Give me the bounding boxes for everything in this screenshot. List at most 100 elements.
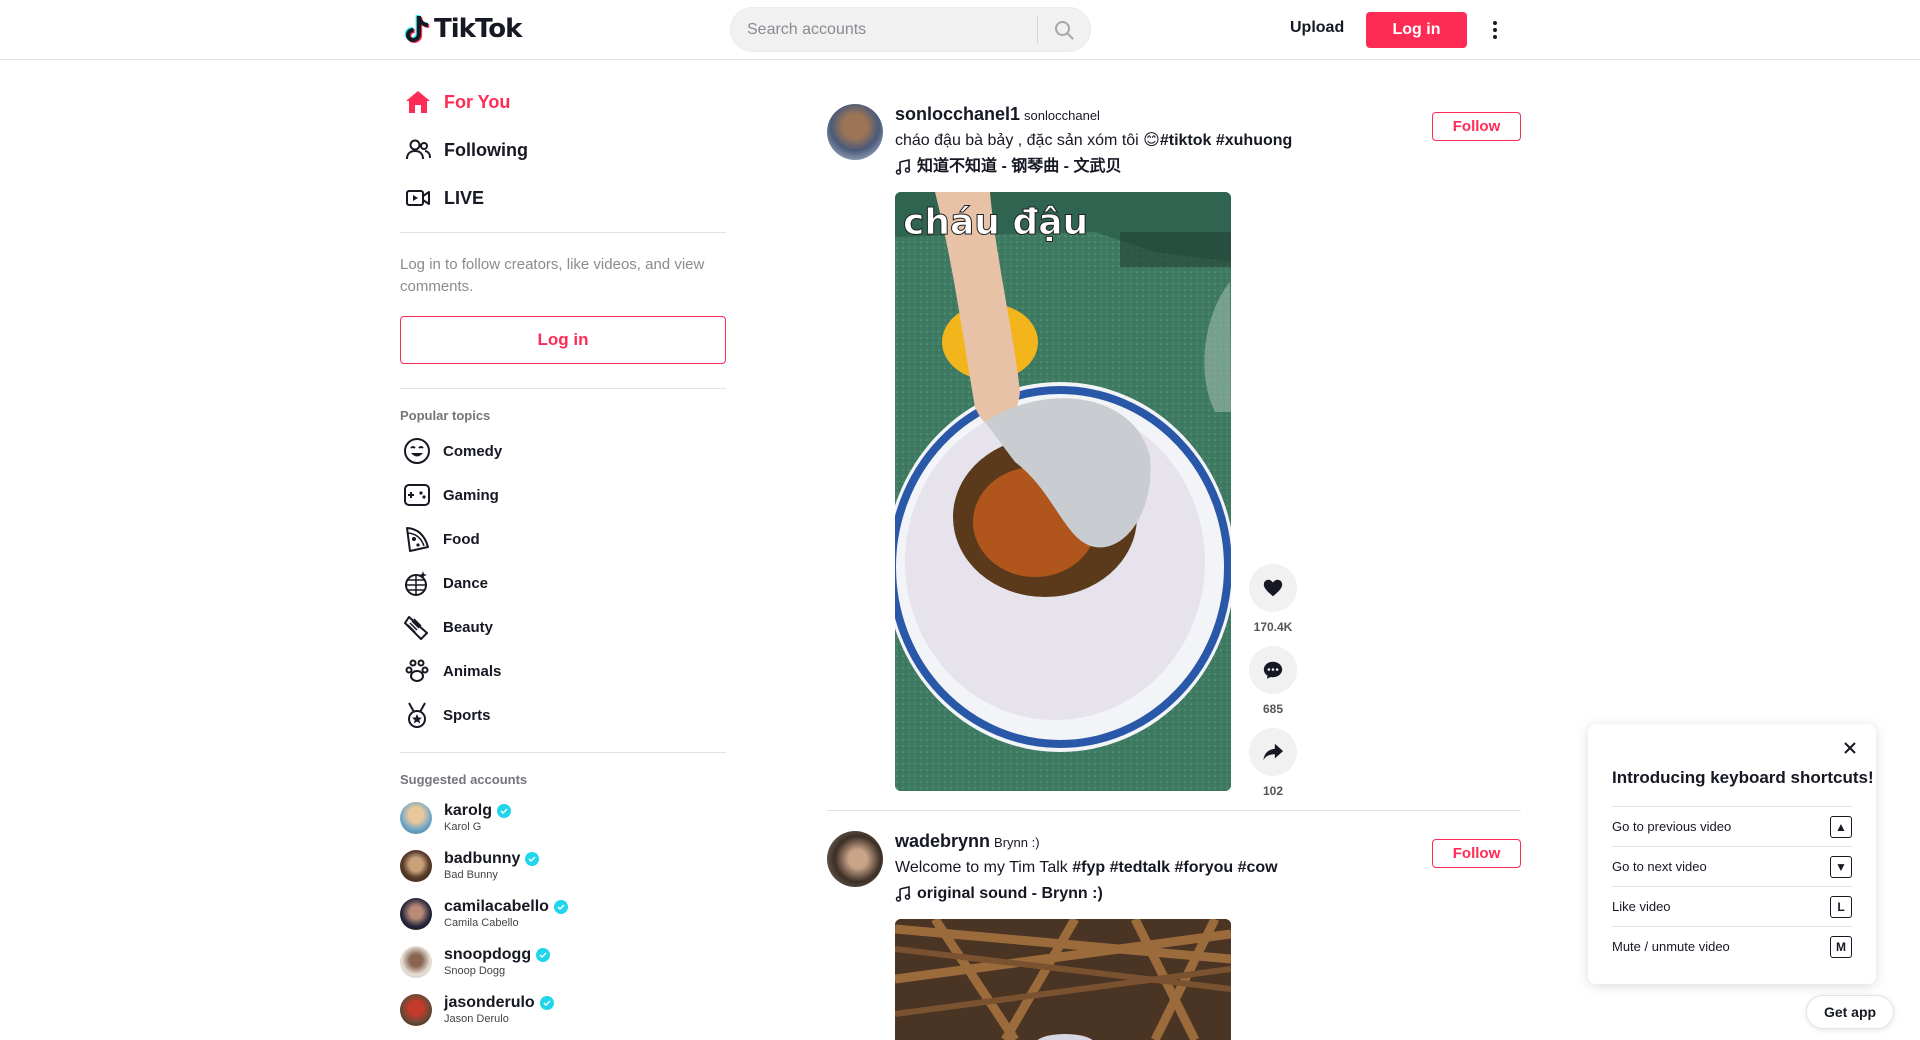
avatar[interactable] — [827, 104, 883, 160]
suggested-accounts-title: Suggested accounts — [400, 772, 528, 787]
topic-label: Animals — [443, 662, 502, 680]
account-display-name: Karol G — [444, 821, 482, 833]
nav-label: Following — [444, 139, 528, 160]
like-action[interactable]: 170.4K — [1249, 564, 1297, 636]
topic-comedy[interactable]: Comedy — [402, 436, 502, 466]
account-display-name: Snoop Dogg — [444, 965, 506, 977]
shortcuts-title: Introducing keyboard shortcuts! — [1612, 768, 1874, 787]
suggested-account[interactable]: jasonderulo Jason Derulo — [400, 992, 554, 1028]
account-display-name: Bad Bunny — [444, 869, 498, 881]
account-username: camilacabello — [444, 898, 549, 915]
post-actions: 170.4K 685 102 — [1249, 564, 1297, 810]
shortcut-row: Like video L — [1612, 886, 1852, 926]
suggested-account[interactable]: snoopdogg Snoop Dogg — [400, 944, 551, 980]
like-count: 170.4K — [1253, 620, 1293, 634]
nav-following[interactable]: Following — [404, 134, 528, 166]
topic-label: Gaming — [443, 486, 499, 504]
verified-badge-icon — [553, 900, 568, 914]
avatar — [400, 946, 432, 978]
video-overlay-text: cháu đậu — [903, 202, 1088, 243]
suggested-account[interactable]: badbunny Bad Bunny — [400, 848, 540, 884]
share-count: 102 — [1262, 784, 1284, 798]
tiktok-note-icon — [404, 15, 430, 43]
post-nickname: sonlocchanel — [1024, 108, 1100, 123]
verified-badge-icon — [497, 804, 512, 818]
key-l: L — [1830, 895, 1852, 918]
comment-action[interactable]: 685 — [1249, 646, 1297, 718]
sidebar-divider — [400, 752, 726, 753]
topic-animals[interactable]: Animals — [402, 656, 501, 686]
account-display-name: Camila Cabello — [444, 917, 519, 929]
verified-badge-icon — [525, 852, 540, 866]
avatar — [400, 802, 432, 834]
caption-hashtags[interactable]: #tiktok #xuhuong — [1160, 132, 1292, 149]
verified-badge-icon — [536, 948, 551, 962]
medal-icon — [402, 700, 432, 730]
comment-icon — [1263, 661, 1283, 679]
nav-for-you[interactable]: For You — [404, 86, 510, 118]
heart-icon — [1263, 579, 1283, 597]
post-author[interactable]: wadebrynn — [895, 831, 990, 851]
music-note-icon — [895, 886, 911, 902]
topic-sports[interactable]: Sports — [402, 700, 491, 730]
avatar — [400, 898, 432, 930]
post-music[interactable]: original sound - Brynn :) — [895, 884, 1278, 904]
follow-button[interactable]: Follow — [1432, 112, 1521, 141]
account-username: karolg — [444, 802, 493, 819]
topic-label: Dance — [443, 574, 489, 592]
post-caption: Welcome to my Tim Talk #fyp #tedtalk #fo… — [895, 858, 1278, 878]
search-input[interactable] — [731, 8, 1037, 51]
post-nickname: Brynn :) — [994, 835, 1040, 850]
avatar[interactable] — [827, 831, 883, 887]
more-options-icon[interactable] — [1487, 18, 1503, 42]
topic-dance[interactable]: Dance — [402, 568, 488, 598]
post-author[interactable]: sonlocchanel1 — [895, 104, 1020, 124]
sidebar-login-button[interactable]: Log in — [400, 316, 726, 364]
close-icon[interactable] — [1840, 738, 1860, 758]
account-username: badbunny — [444, 850, 521, 867]
caption-hashtags[interactable]: #fyp #tedtalk #foryou #cow — [1072, 859, 1277, 876]
pizza-icon — [402, 524, 432, 554]
topic-gaming[interactable]: Gaming — [402, 480, 499, 510]
post-music[interactable]: 知道不知道 - 钢琴曲 - 文武贝 — [895, 157, 1292, 177]
suggested-account[interactable]: karolg Karol G — [400, 800, 512, 836]
login-hint: Log in to follow creators, like videos, … — [400, 256, 705, 295]
logo-text: TikTok — [434, 14, 522, 44]
keyboard-shortcuts-panel: Introducing keyboard shortcuts! Go to pr… — [1588, 724, 1876, 984]
post-header: wadebrynn Brynn :) Welcome to my Tim Talk… — [895, 831, 1278, 904]
shortcut-row: Go to previous video ▲ — [1612, 806, 1852, 846]
shortcut-label: Mute / unmute video — [1612, 939, 1730, 954]
search-button[interactable] — [1038, 8, 1090, 51]
video-thumbnail: cháu đậu — [895, 192, 1231, 791]
topic-beauty[interactable]: Beauty — [402, 612, 493, 642]
suggested-account[interactable]: camilacabello Camila Cabello — [400, 896, 568, 932]
top-header: TikTok Upload Log in — [0, 0, 1920, 60]
shortcut-label: Go to previous video — [1612, 819, 1732, 834]
get-app-button[interactable]: Get app — [1806, 995, 1894, 1029]
follow-button[interactable]: Follow — [1432, 839, 1521, 868]
login-button[interactable]: Log in — [1366, 12, 1467, 48]
tiktok-logo[interactable]: TikTok — [404, 13, 522, 45]
comb-icon — [402, 612, 432, 642]
nav-label: LIVE — [444, 187, 485, 208]
account-display-name: Jason Derulo — [444, 1013, 509, 1025]
gamepad-icon — [402, 480, 432, 510]
upload-button[interactable]: Upload — [1290, 19, 1344, 37]
post-header: sonlocchanel1 sonlocchanel cháo đậu bà bả… — [895, 104, 1292, 177]
live-icon — [404, 184, 432, 212]
nav-label: For You — [444, 91, 511, 112]
nav-live[interactable]: LIVE — [404, 182, 484, 214]
topic-food[interactable]: Food — [402, 524, 480, 554]
account-username: jasonderulo — [444, 994, 535, 1011]
caption-text: cháo đậu bà bảy , đặc sản xóm tôi 😊 — [895, 132, 1160, 149]
key-up-icon: ▲ — [1830, 815, 1852, 838]
smile-icon — [402, 436, 432, 466]
video-player[interactable]: cháu đậu — [895, 192, 1231, 791]
feed-post: sonlocchanel1 sonlocchanel cháo đậu bà bả… — [827, 104, 1521, 810]
home-icon — [404, 88, 432, 116]
shortcut-row: Mute / unmute video M — [1612, 926, 1852, 966]
share-action[interactable]: 102 — [1249, 728, 1297, 800]
avatar — [400, 994, 432, 1026]
sidebar: For You Following LIVE Log in to follow … — [400, 60, 726, 1040]
video-player[interactable] — [895, 919, 1231, 1040]
